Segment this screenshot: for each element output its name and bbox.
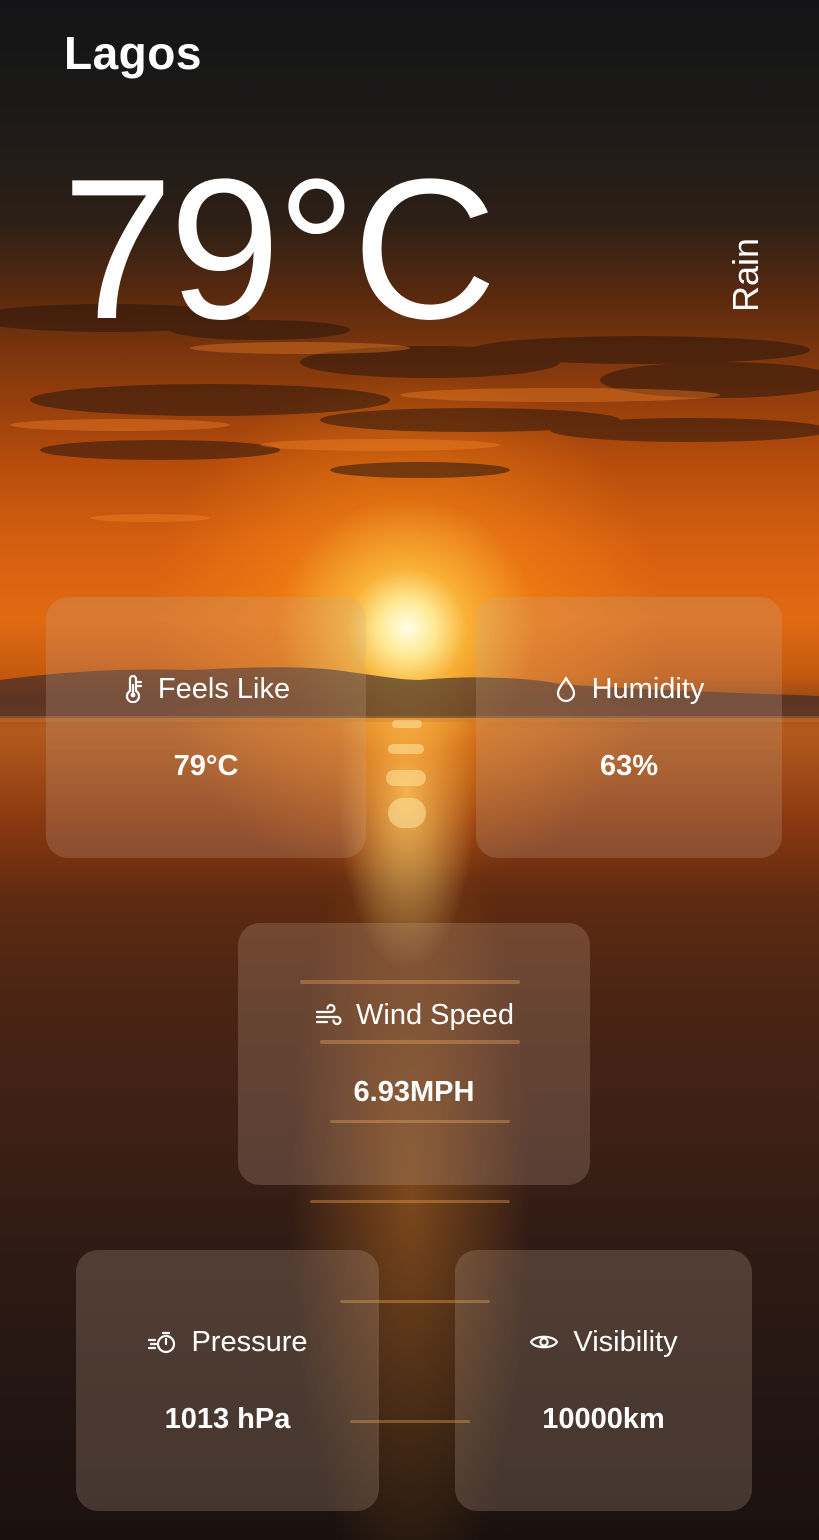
visibility-value: 10000km — [542, 1402, 665, 1435]
city-name: Lagos — [64, 27, 202, 79]
feels-like-label: Feels Like — [157, 672, 291, 705]
visibility-card: Visibility 10000km — [455, 1250, 752, 1511]
feels-like-value: 79°C — [173, 749, 239, 782]
thermometer-icon — [122, 675, 144, 703]
wind-speed-label: Wind Speed — [356, 999, 514, 1031]
pressure-header: Pressure — [147, 1325, 308, 1359]
wind-icon — [314, 1003, 342, 1029]
gauge-icon — [147, 1329, 177, 1355]
visibility-label: Visibility — [573, 1325, 678, 1358]
humidity-card: Humidity 63% — [476, 597, 782, 858]
pressure-value: 1013 hPa — [164, 1402, 291, 1435]
droplet-icon — [554, 675, 578, 703]
weather-condition: Rain — [725, 237, 766, 313]
feels-like-card: Feels Like 79°C — [46, 597, 366, 858]
humidity-label: Humidity — [591, 672, 705, 705]
humidity-value: 63% — [599, 749, 659, 782]
current-temperature: 79°C — [62, 138, 497, 361]
humidity-header: Humidity — [554, 672, 705, 706]
pressure-label: Pressure — [191, 1325, 308, 1358]
visibility-header: Visibility — [529, 1325, 678, 1359]
eye-icon — [529, 1331, 559, 1353]
wind-speed-card: Wind Speed 6.93MPH — [238, 923, 590, 1185]
pressure-card: Pressure 1013 hPa — [76, 1250, 379, 1511]
wind-speed-header: Wind Speed — [314, 999, 514, 1032]
wind-speed-value: 6.93MPH — [353, 1076, 475, 1108]
feels-like-header: Feels Like — [122, 673, 290, 706]
